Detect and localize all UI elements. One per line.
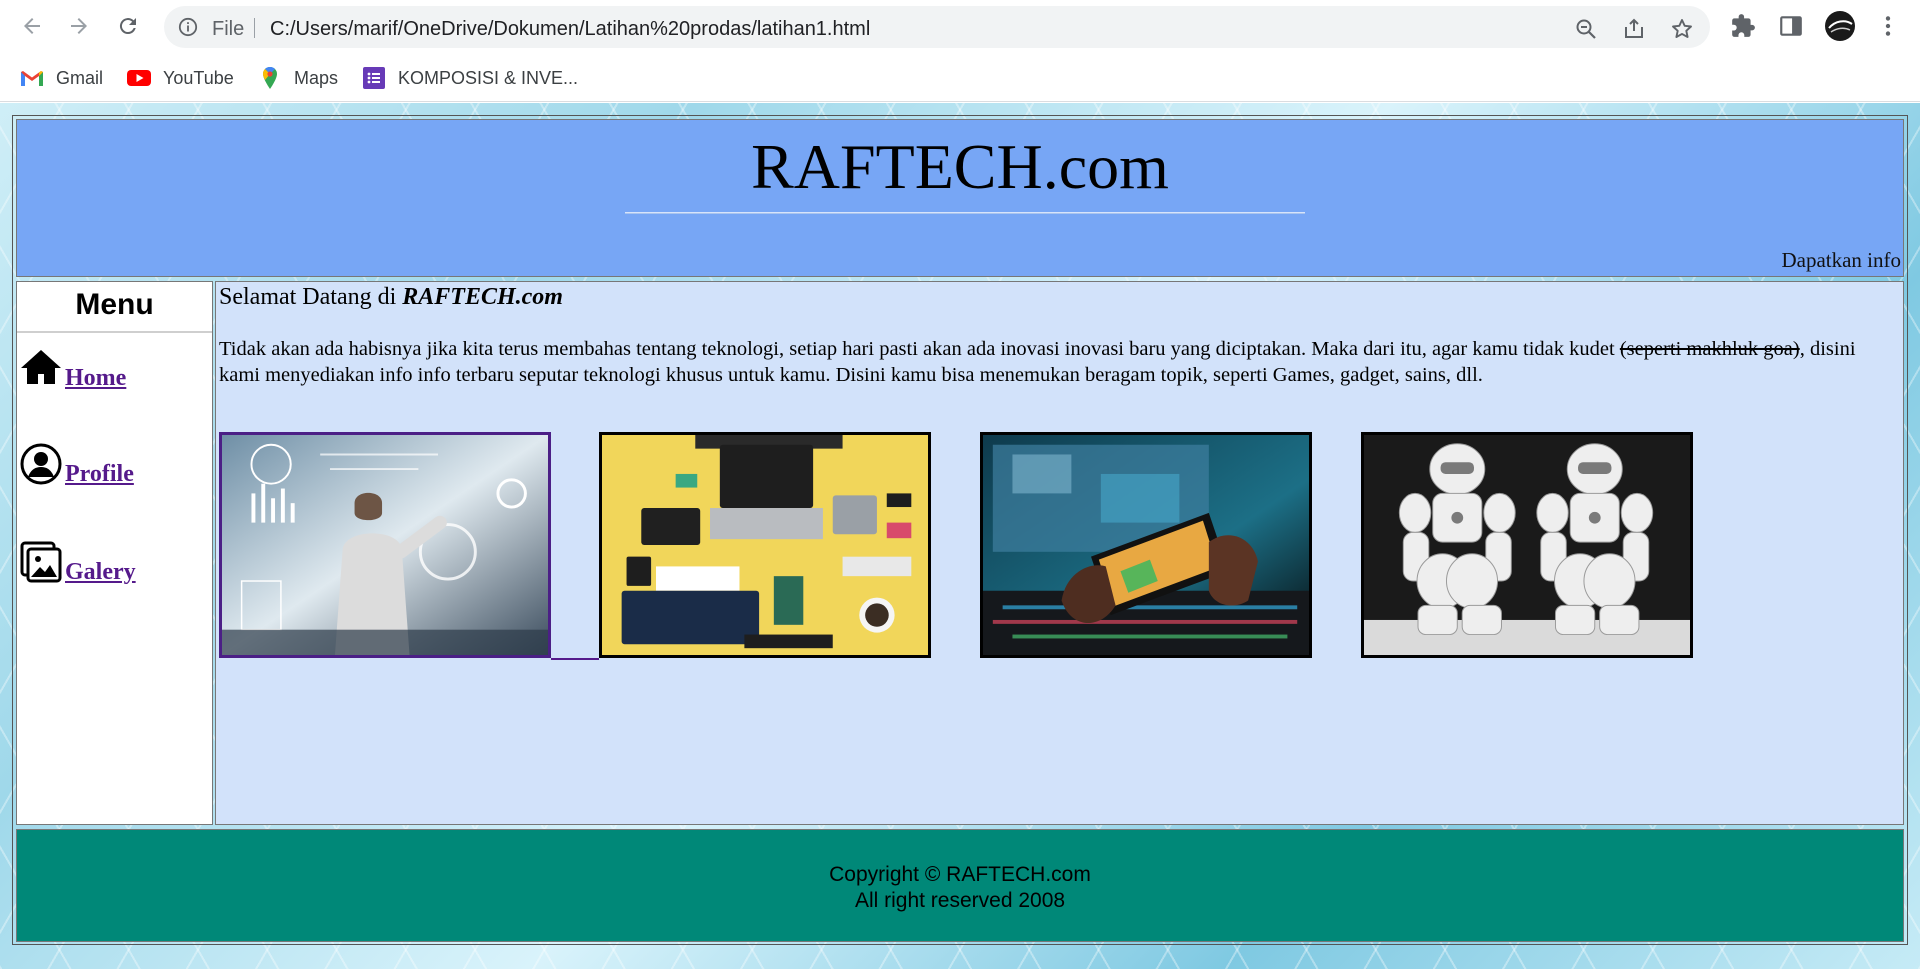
bookmark-label: Maps [294,67,339,88]
intro-paragraph: Tidak akan ada habisnya jika kita terus … [219,336,1899,388]
bookmark-label: KOMPOSISI & INVE... [398,67,579,88]
bookmark-forms[interactable]: KOMPOSISI & INVE... [362,64,578,92]
menu-title: Menu [75,288,154,321]
zoom-out-icon[interactable] [1574,17,1598,41]
youtube-icon [127,68,151,88]
more-menu-icon[interactable] [1875,13,1901,39]
bookmarks-bar: Gmail YouTube Maps KOMPOSISI & INVE... [0,54,1920,102]
layout-table: RAFTECH.com Dapatkan info Menu Home Prof… [12,115,1908,945]
side-panel-icon[interactable] [1778,13,1804,39]
sidebar-menu: Menu Home Profile Galery [16,281,213,825]
marquee-text: Dapatkan info [1781,248,1901,272]
photo-mobile-gaming [980,432,1312,658]
bookmark-gmail[interactable]: Gmail [20,64,103,92]
menu-divider [17,331,212,333]
photo-tech-dashboard[interactable] [219,432,551,658]
menu-item-profile[interactable]: Profile [19,442,134,488]
welcome-heading: Selamat Datang di RAFTECH.com [219,284,563,311]
url-text[interactable]: C:/Users/marif/OneDrive/Dokumen/Latihan%… [270,18,870,41]
page-viewport: RAFTECH.com Dapatkan info Menu Home Prof… [0,103,1920,969]
share-icon[interactable] [1622,17,1646,41]
welcome-prefix: Selamat Datang di [219,284,403,310]
url-separator [254,18,255,38]
user-icon [20,443,62,485]
main-content: Selamat Datang di RAFTECH.com Tidak akan… [215,281,1904,825]
welcome-brand: RAFTECH.com [402,284,563,310]
profile-link[interactable]: Profile [65,461,134,488]
maps-icon [258,67,282,89]
link-underline [551,658,599,660]
gadgets-image [602,435,928,655]
menu-item-galery[interactable]: Galery [19,540,136,586]
gmail-icon [20,68,44,88]
info-icon[interactable] [178,17,198,37]
arrow-left-icon [24,18,40,34]
extensions-icon[interactable] [1730,13,1756,39]
address-bar[interactable]: File C:/Users/marif/OneDrive/Dokumen/Lat… [164,6,1710,48]
photo-robots [1361,432,1693,658]
arrow-right-icon [71,18,87,34]
back-button[interactable] [17,11,47,41]
bookmark-youtube[interactable]: YouTube [127,64,234,92]
reload-button[interactable] [113,11,143,41]
header: RAFTECH.com Dapatkan info [16,119,1904,277]
url-scheme: File [212,18,245,40]
intro-text: Tidak akan ada habisnya jika kita terus … [219,338,1620,360]
footer: Copyright © RAFTECH.com All right reserv… [16,829,1904,942]
gallery-icon [20,541,62,583]
menu-item-home[interactable]: Home [19,346,126,392]
forward-button[interactable] [64,11,94,41]
title-divider [625,212,1305,214]
home-icon [21,350,61,384]
home-link[interactable]: Home [65,365,126,392]
bookmark-label: YouTube [163,67,234,88]
site-title: RAFTECH.com [751,131,1169,202]
galery-link[interactable]: Galery [65,559,136,586]
mobile-gaming-image [983,435,1309,655]
copyright: Copyright © RAFTECH.com All right reserv… [17,862,1903,914]
browser-toolbar: File C:/Users/marif/OneDrive/Dokumen/Lat… [0,0,1920,54]
tech-dashboard-image [222,435,548,655]
robots-image [1364,435,1690,655]
reload-icon [119,18,136,35]
rights-line: All right reserved 2008 [854,889,1066,912]
intro-strikethrough: (seperti makhluk goa) [1619,338,1800,360]
forms-icon [362,67,386,89]
bookmark-maps[interactable]: Maps [258,64,338,92]
photo-gadgets [599,432,931,658]
bookmark-star-icon[interactable] [1670,17,1694,41]
copyright-line: Copyright © RAFTECH.com [829,863,1091,886]
profile-avatar-icon[interactable] [1824,10,1856,42]
bookmark-label: Gmail [56,67,104,88]
